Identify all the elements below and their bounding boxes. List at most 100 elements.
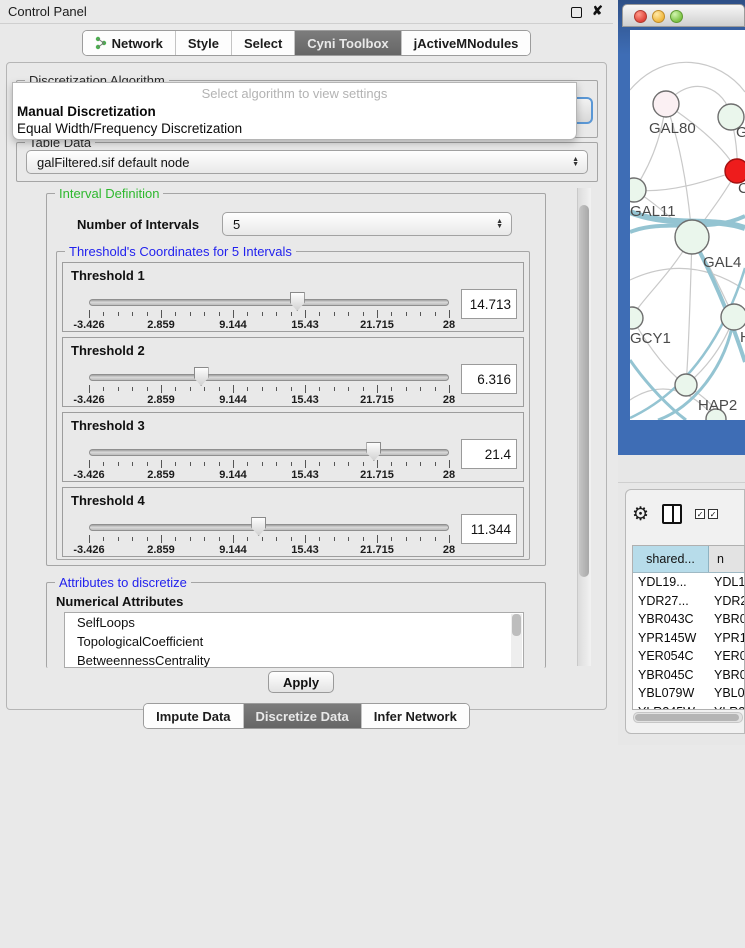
minimize-traffic-light-icon[interactable] bbox=[652, 10, 665, 23]
cell[interactable]: YBR0 bbox=[709, 612, 744, 626]
tab-impute-data[interactable]: Impute Data bbox=[144, 704, 243, 728]
cell[interactable]: YDR2 bbox=[709, 594, 744, 608]
slider-ticks bbox=[89, 460, 449, 468]
threshold-3-value-field[interactable]: 21.4 bbox=[461, 439, 517, 469]
algorithm-dropdown-popup: Select algorithm to view settings Manual… bbox=[12, 82, 577, 140]
node-gal11[interactable] bbox=[630, 178, 646, 202]
column-header-name[interactable]: n bbox=[709, 546, 744, 572]
table-horizontal-scrollbar[interactable] bbox=[633, 712, 743, 723]
list-scrollbar[interactable] bbox=[511, 614, 522, 668]
cell[interactable]: YDL1 bbox=[709, 575, 744, 589]
tab-cyni-toolbox[interactable]: Cyni Toolbox bbox=[295, 31, 401, 55]
node-label: GAL11 bbox=[630, 203, 676, 220]
apply-button[interactable]: Apply bbox=[268, 671, 334, 693]
cell[interactable]: YBR043C bbox=[633, 612, 709, 626]
table-row[interactable]: YDR27...YDR2 bbox=[633, 592, 744, 611]
table-row[interactable]: YBR043CYBR0 bbox=[633, 610, 744, 629]
tab-style[interactable]: Style bbox=[176, 31, 232, 55]
table-row[interactable]: YER054CYER0 bbox=[633, 647, 744, 666]
threshold-4-value-field[interactable]: 11.344 bbox=[461, 514, 517, 544]
threshold-4-label: Threshold 4 bbox=[71, 493, 145, 508]
close-icon[interactable]: ✘ bbox=[592, 3, 603, 19]
slider-thumb[interactable] bbox=[290, 292, 305, 311]
dropdown-option-manual[interactable]: Manual Discretization bbox=[17, 104, 156, 119]
node-label: H bbox=[740, 329, 745, 346]
node-gal80[interactable] bbox=[653, 91, 679, 117]
slider-thumb[interactable] bbox=[194, 367, 209, 386]
tab-label: jActiveMNodules bbox=[414, 36, 519, 51]
cell[interactable]: YPR1 bbox=[709, 631, 744, 645]
split-columns-icon[interactable] bbox=[662, 504, 682, 524]
network-window-titlebar[interactable] bbox=[622, 4, 745, 27]
table-header-row: shared... n bbox=[633, 546, 744, 573]
threshold-1-value-field[interactable]: 14.713 bbox=[461, 289, 517, 319]
slider-track[interactable] bbox=[89, 449, 449, 456]
close-traffic-light-icon[interactable] bbox=[634, 10, 647, 23]
cell[interactable]: YBL079W bbox=[633, 686, 709, 700]
slider-thumb[interactable] bbox=[251, 517, 266, 536]
cell[interactable]: YBR0 bbox=[709, 668, 744, 682]
cell[interactable]: YLR3 bbox=[709, 705, 744, 710]
threshold-1-slider[interactable]: -3.4262.8599.14415.4321.71528 bbox=[89, 293, 449, 331]
float-window-icon[interactable] bbox=[571, 7, 582, 18]
tab-network[interactable]: Network bbox=[83, 31, 176, 55]
node-gcy1[interactable] bbox=[630, 307, 643, 329]
table-row[interactable]: YDL19...YDL1 bbox=[633, 573, 744, 592]
node-h[interactable] bbox=[721, 304, 745, 330]
node-attribute-table[interactable]: shared... n YDL19...YDL1 YDR27...YDR2 YB… bbox=[632, 545, 745, 710]
slider-tick-labels: -3.4262.8599.14415.4321.71528 bbox=[89, 469, 449, 481]
list-item[interactable]: BetweennessCentrality bbox=[65, 651, 523, 668]
slider-track[interactable] bbox=[89, 299, 449, 306]
cell[interactable]: YPR145W bbox=[633, 631, 709, 645]
cell[interactable]: YER0 bbox=[709, 649, 744, 663]
tab-jactivemnodules[interactable]: jActiveMNodules bbox=[402, 31, 531, 55]
cell[interactable]: YDL19... bbox=[633, 575, 709, 589]
zoom-traffic-light-icon[interactable] bbox=[670, 10, 683, 23]
gear-icon[interactable]: ⚙ bbox=[632, 505, 649, 524]
cell[interactable]: YDR27... bbox=[633, 594, 709, 608]
tab-infer-network[interactable]: Infer Network bbox=[362, 704, 469, 728]
tick-label: 9.144 bbox=[219, 544, 247, 556]
checkbox-icon[interactable]: ✓ bbox=[695, 509, 705, 519]
node-gal4[interactable] bbox=[675, 220, 709, 254]
numerical-attributes-list[interactable]: SelfLoops TopologicalCoefficient Between… bbox=[64, 612, 524, 668]
tab-select[interactable]: Select bbox=[232, 31, 295, 55]
table-row[interactable]: YBR045CYBR0 bbox=[633, 666, 744, 685]
list-item[interactable]: TopologicalCoefficient bbox=[65, 632, 523, 651]
slider-ticks bbox=[89, 310, 449, 318]
column-header-shared[interactable]: shared... bbox=[633, 546, 709, 572]
cell[interactable]: YBL0 bbox=[709, 686, 744, 700]
threshold-4-slider[interactable]: -3.4262.8599.14415.4321.71528 bbox=[89, 518, 449, 556]
threshold-2-value-field[interactable]: 6.316 bbox=[461, 364, 517, 394]
tick-label: 9.144 bbox=[219, 469, 247, 481]
tick-label: 2.859 bbox=[147, 469, 175, 481]
tick-label: 21.715 bbox=[360, 319, 394, 331]
scrollbar-thumb[interactable] bbox=[512, 614, 521, 636]
slider-thumb[interactable] bbox=[366, 442, 381, 461]
threshold-2-slider[interactable]: -3.4262.8599.14415.4321.71528 bbox=[89, 368, 449, 406]
slider-track[interactable] bbox=[89, 374, 449, 381]
threshold-1-label: Threshold 1 bbox=[71, 268, 145, 283]
tick-label: 2.859 bbox=[147, 544, 175, 556]
num-intervals-value: 5 bbox=[233, 217, 240, 232]
list-item[interactable]: SelfLoops bbox=[65, 613, 523, 632]
cell[interactable]: YER054C bbox=[633, 649, 709, 663]
threshold-3-slider[interactable]: -3.4262.8599.14415.4321.71528 bbox=[89, 443, 449, 481]
table-row[interactable]: YPR145WYPR1 bbox=[633, 629, 744, 648]
checkbox-icon[interactable]: ✓ bbox=[708, 509, 718, 519]
table-data-combobox[interactable]: galFiltered.sif default node ▲▼ bbox=[26, 150, 588, 174]
num-intervals-combobox[interactable]: 5 ▲▼ bbox=[222, 212, 512, 236]
cell[interactable]: YBR045C bbox=[633, 668, 709, 682]
dropdown-option-equal-width[interactable]: Equal Width/Frequency Discretization bbox=[17, 121, 242, 136]
table-row[interactable]: YBL079WYBL0 bbox=[633, 684, 744, 703]
scrollbar-thumb[interactable] bbox=[635, 714, 739, 721]
cell[interactable]: YLR345W bbox=[633, 705, 709, 710]
node-hap2[interactable] bbox=[675, 374, 697, 396]
tab-discretize-data[interactable]: Discretize Data bbox=[244, 704, 362, 728]
table-row[interactable]: YLR345WYLR3 bbox=[633, 703, 744, 711]
slider-track[interactable] bbox=[89, 524, 449, 531]
panel-scrollbar-thumb[interactable] bbox=[579, 205, 589, 577]
node-label: HAP2 bbox=[698, 397, 737, 414]
algorithm-combobox[interactable] bbox=[575, 97, 593, 124]
network-view-canvas[interactable]: GAL80 GA C GAL11 GAL4 GCY1 H HAP2 bbox=[630, 30, 745, 420]
